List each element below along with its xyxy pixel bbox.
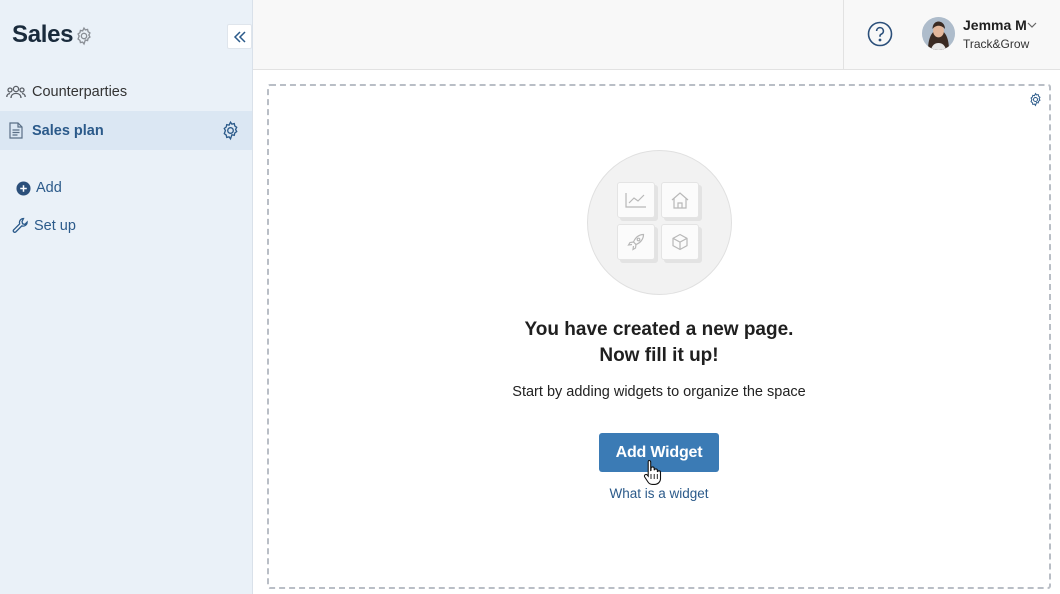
app-title: Sales <box>12 21 74 48</box>
chart-icon <box>617 182 655 218</box>
app-settings-gear-icon[interactable] <box>74 26 94 46</box>
sidebar-item-sales-plan[interactable]: Sales plan <box>0 111 252 150</box>
collapse-sidebar-button[interactable] <box>227 24 252 49</box>
empty-state-illustration <box>587 150 732 295</box>
sidebar: Sales Counterparties Sales plan Add Set … <box>0 0 253 594</box>
cube-icon <box>661 224 699 260</box>
sidebar-header: Sales <box>0 0 252 70</box>
headline-line-2: Now fill it up! <box>599 345 719 366</box>
help-icon[interactable] <box>867 21 893 47</box>
double-chevron-left-icon <box>233 30 246 43</box>
wrench-icon <box>12 217 30 235</box>
area-settings-gear-icon[interactable] <box>1028 92 1043 107</box>
what-is-a-widget-link[interactable]: What is a widget <box>559 486 759 501</box>
sidebar-item-label: Sales plan <box>32 122 104 139</box>
chevron-down-icon[interactable] <box>1027 21 1037 29</box>
plus-circle-icon <box>14 179 32 197</box>
sidebar-item-label: Counterparties <box>32 83 128 100</box>
headline-line-1: You have created a new page. <box>524 319 794 340</box>
user-name[interactable]: Jemma M <box>963 17 1027 33</box>
rocket-icon <box>617 224 655 260</box>
avatar[interactable] <box>922 17 955 50</box>
page-settings-gear-icon[interactable] <box>220 120 241 141</box>
top-bar: Jemma M Track&Grow <box>253 0 1060 70</box>
people-icon <box>6 82 26 102</box>
empty-state-subtext: Start by adding widgets to organize the … <box>512 384 806 400</box>
sidebar-item-counterparties[interactable]: Counterparties <box>0 72 252 111</box>
setup-button[interactable]: Set up <box>12 217 76 235</box>
user-organization: Track&Grow <box>963 37 1030 51</box>
add-page-button[interactable]: Add <box>14 179 62 197</box>
divider <box>843 0 844 69</box>
document-icon <box>6 121 26 141</box>
hand-pointer-cursor-icon <box>643 459 662 485</box>
setup-label: Set up <box>34 218 76 234</box>
home-icon <box>661 182 699 218</box>
add-label: Add <box>36 180 62 196</box>
empty-state-headline: You have created a new page. Now fill it… <box>467 317 851 369</box>
